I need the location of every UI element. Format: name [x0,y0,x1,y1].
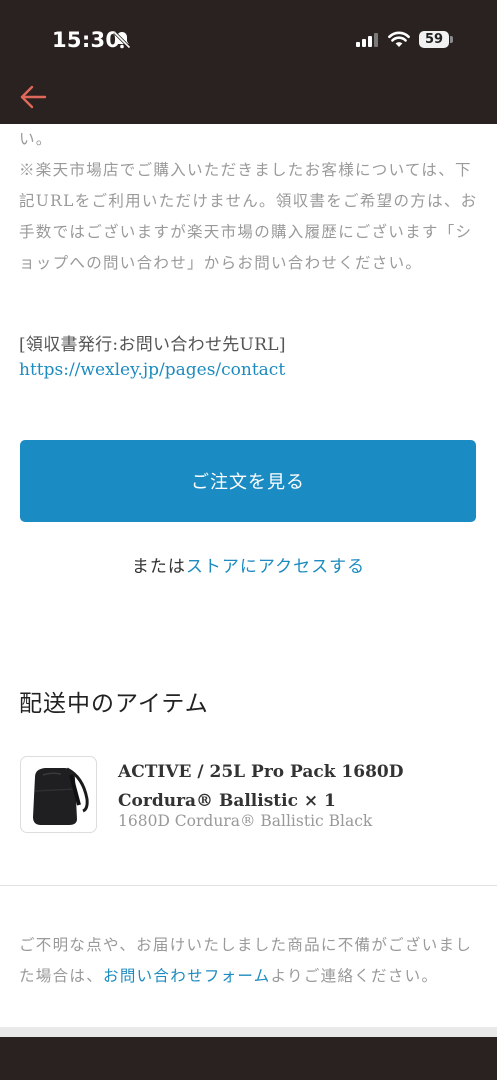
page-end-strip [0,1027,497,1037]
divider [0,885,497,886]
footer-suffix: よりご連絡ください。 [270,967,439,985]
notice-line-2: ※楽天市場店でご購入いただきましたお客様については、下記URLをご利用いただけま… [19,161,478,272]
shipping-items-title: 配送中のアイテム [19,691,209,717]
backpack-image [33,767,89,825]
or-prefix: または [131,557,186,577]
wifi-icon [388,31,410,47]
notice-line-1: い。 [19,130,53,148]
store-access-line: またはストアにアクセスする [0,552,497,577]
rakuten-notice: い。 ※楽天市場店でご購入いただきましたお客様については、下記URLをご利用いた… [19,124,481,279]
footer-note: ご不明な点や、お届けいたしました商品に不備がございました場合は、お問い合わせフォ… [19,930,481,992]
battery-tip [450,36,453,43]
status-bar: 15:30 59 [0,0,497,70]
view-order-button[interactable]: ご注文を見る [20,440,476,522]
item-variant: 1680D Cordura® Ballistic Black [118,812,373,830]
contact-form-link[interactable]: お問い合わせフォーム [103,967,271,985]
status-time: 15:30 [52,28,121,52]
receipt-label: [領収書発行:お問い合わせ先URL] [19,335,286,355]
item-name: ACTIVE / 25L Pro Pack 1680D Cordura® Bal… [118,762,404,811]
bell-slash-icon [113,31,131,49]
store-access-link[interactable]: ストアにアクセスする [186,557,365,577]
top-nav-bar [0,70,497,124]
signal-icon [356,33,378,47]
bottom-bar [0,1037,497,1080]
battery-icon: 59 [419,31,449,48]
arrow-left-icon[interactable] [18,82,48,112]
receipt-contact-link[interactable]: https://wexley.jp/pages/contact [19,360,285,380]
product-thumbnail [20,756,97,833]
